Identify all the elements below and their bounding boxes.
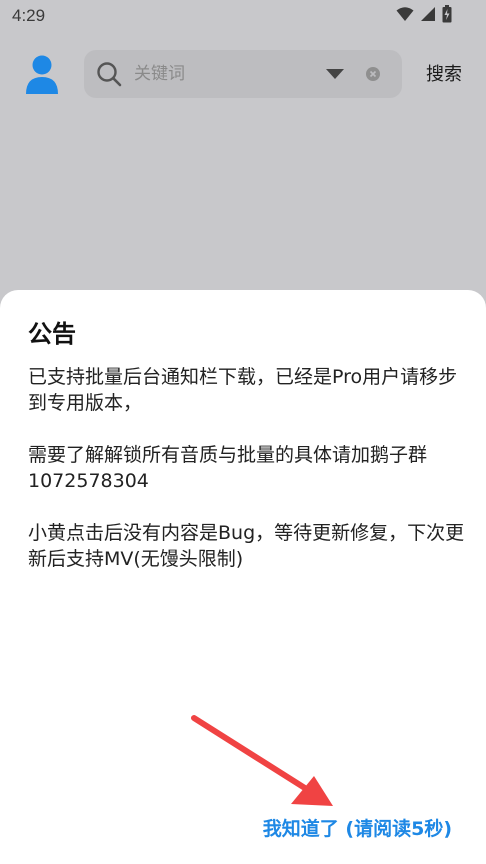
dialog-paragraph: 小黄点击后没有内容是Bug，等待更新修复，下次更新后支持MV(无馒头限制) xyxy=(28,522,465,570)
status-time: 4:29 xyxy=(12,6,46,25)
dialog-paragraph: 需要了解解锁所有音质与批量的具体请加鹅子群 1072578304 xyxy=(28,444,428,492)
arrow-annotation-icon xyxy=(191,715,333,806)
acknowledge-button[interactable]: 我知道了 (请阅读5秒) xyxy=(263,814,452,841)
search-input[interactable] xyxy=(134,50,314,98)
search-box[interactable] xyxy=(84,50,402,98)
dialog-paragraph: 已支持批量后台通知栏下载，已经是Pro用户请移步到专用版本， xyxy=(28,366,458,414)
signal-icon xyxy=(421,7,435,21)
dialog-title: 公告 xyxy=(28,320,76,348)
battery-icon xyxy=(442,5,452,23)
app-screen: 4:29 关键词 搜索 公告 已支持批量后台通知栏下载，已经是Pro用户请移步到… xyxy=(0,0,486,864)
search-button[interactable]: 搜索 xyxy=(416,60,472,90)
top-bar: 搜索 xyxy=(0,50,486,100)
user-icon xyxy=(26,55,58,94)
wifi-icon xyxy=(396,7,414,21)
chevron-down-icon[interactable] xyxy=(326,68,344,80)
status-bar: 4:29 xyxy=(0,0,486,32)
dialog-body: 已支持批量后台通知栏下载，已经是Pro用户请移步到专用版本， 需要了解解锁所有音… xyxy=(28,364,468,598)
status-icons xyxy=(396,5,452,23)
avatar[interactable] xyxy=(25,54,59,94)
close-icon[interactable] xyxy=(366,67,380,81)
search-icon xyxy=(97,62,122,87)
